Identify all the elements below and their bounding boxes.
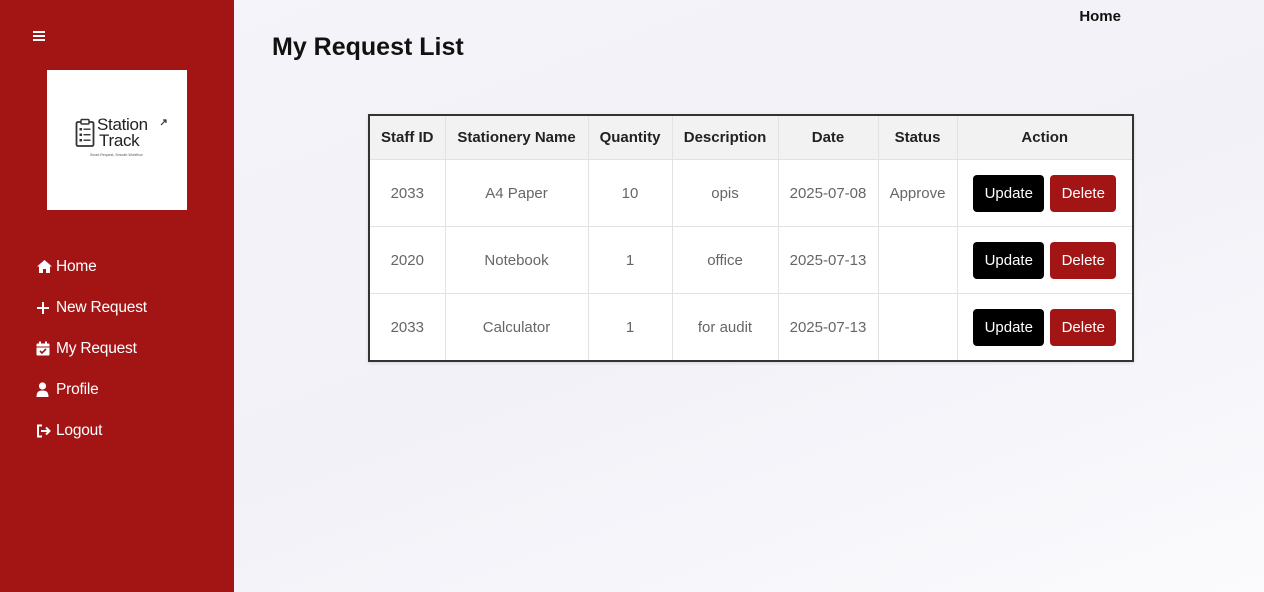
cell-date: 2025-07-08 [778, 159, 879, 227]
cell-staff-id: 2020 [370, 226, 446, 294]
sidebar-item-profile[interactable]: Profile [36, 369, 147, 410]
sidebar-nav: Home New Request My Request Profile Logo… [36, 246, 147, 451]
cell-description: for audit [672, 293, 779, 360]
top-home-link[interactable]: Home [1079, 8, 1121, 25]
cell-actions: Update Delete [957, 159, 1132, 227]
logo-line-2: Track [99, 131, 140, 150]
column-header-staff-id: Staff ID [370, 116, 446, 160]
sidebar: Station Track Smart Request, Smooth Work… [0, 0, 234, 592]
cell-quantity: 1 [588, 293, 673, 360]
sidebar-item-new-request[interactable]: New Request [36, 287, 147, 328]
logo-tagline: Smart Request, Smooth Workflow [90, 153, 143, 157]
cell-status [878, 293, 958, 360]
cell-actions: Update Delete [957, 226, 1132, 294]
plus-icon [36, 300, 54, 316]
calendar-check-icon [36, 341, 54, 357]
sidebar-item-my-request[interactable]: My Request [36, 328, 147, 369]
sidebar-item-logout[interactable]: Logout [36, 410, 147, 451]
column-header-description: Description [672, 116, 779, 160]
sidebar-item-home[interactable]: Home [36, 246, 147, 287]
user-icon [36, 382, 54, 398]
table-row: 2033 A4 Paper 10 opis 2025-07-08 Approve… [370, 159, 1132, 227]
clipboard-icon [75, 118, 95, 147]
page-title: My Request List [272, 33, 464, 61]
sidebar-item-label: Home [56, 257, 97, 275]
column-header-stationery-name: Stationery Name [445, 116, 589, 160]
cell-description: opis [672, 159, 779, 227]
sidebar-item-label: Profile [56, 380, 99, 398]
cell-quantity: 1 [588, 226, 673, 294]
delete-button[interactable]: Delete [1050, 241, 1117, 279]
column-header-action: Action [957, 116, 1132, 160]
cell-stationery-name: A4 Paper [445, 159, 589, 227]
cell-date: 2025-07-13 [778, 226, 879, 294]
cell-stationery-name: Notebook [445, 226, 589, 294]
cell-date: 2025-07-13 [778, 293, 879, 360]
update-button[interactable]: Update [973, 174, 1045, 212]
cell-status [878, 226, 958, 294]
signal-icon [160, 119, 167, 126]
cell-status: Approve [878, 159, 958, 227]
logo-wordmark: Station Track [97, 116, 148, 150]
table-row: 2020 Notebook 1 office 2025-07-13 Update… [370, 226, 1132, 294]
sidebar-item-label: New Request [56, 298, 147, 316]
column-header-status: Status [878, 116, 958, 160]
cell-staff-id: 2033 [370, 293, 446, 360]
cell-stationery-name: Calculator [445, 293, 589, 360]
cell-quantity: 10 [588, 159, 673, 227]
delete-button[interactable]: Delete [1050, 174, 1117, 212]
update-button[interactable]: Update [973, 241, 1045, 279]
cell-actions: Update Delete [957, 293, 1132, 360]
logout-icon [36, 423, 54, 439]
table-header-row: Staff ID Stationery Name Quantity Descri… [370, 116, 1132, 160]
menu-toggle-icon[interactable] [33, 26, 47, 46]
delete-button[interactable]: Delete [1050, 308, 1117, 346]
request-table-container: Staff ID Stationery Name Quantity Descri… [368, 114, 1134, 362]
sidebar-item-label: My Request [56, 339, 137, 357]
column-header-date: Date [778, 116, 879, 160]
logo: Station Track Smart Request, Smooth Work… [47, 70, 187, 210]
cell-staff-id: 2033 [370, 159, 446, 227]
request-table: Staff ID Stationery Name Quantity Descri… [370, 116, 1132, 360]
home-icon [36, 259, 54, 275]
sidebar-item-label: Logout [56, 421, 103, 439]
table-row: 2033 Calculator 1 for audit 2025-07-13 U… [370, 293, 1132, 360]
column-header-quantity: Quantity [588, 116, 673, 160]
cell-description: office [672, 226, 779, 294]
update-button[interactable]: Update [973, 308, 1045, 346]
